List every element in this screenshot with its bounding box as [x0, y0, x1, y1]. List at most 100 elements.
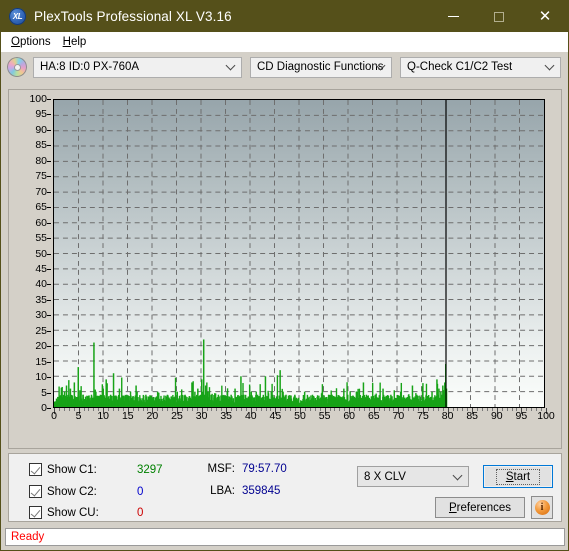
lba-row: LBA: 359845	[199, 485, 280, 497]
speed-select-value: 8 X CLV	[364, 470, 406, 483]
close-button[interactable]: ✕	[522, 1, 568, 32]
x-axis-tick-label: 70	[392, 410, 405, 422]
function-select-value: CD Diagnostic Functions	[257, 61, 384, 73]
y-axis-tick-mark	[47, 191, 51, 193]
minimize-button[interactable]	[430, 1, 476, 32]
test-select[interactable]: Q-Check C1/C2 Test	[400, 56, 561, 78]
controls-panel: Show C1: 3297 Show C2: 0 Show CU: 0 MSF:…	[8, 453, 562, 522]
x-axis-tick-label: 20	[146, 410, 159, 422]
x-axis-tick-label: 65	[367, 410, 380, 422]
info-button[interactable]: i	[531, 496, 553, 519]
plot-area-wrapper	[53, 99, 545, 408]
y-axis-tick-label: 50	[35, 247, 47, 260]
y-axis-labels: 0 5 10 15 20 25 30 35 40 45 50 55 60 65 70 75 80 85 90 95 10…	[9, 90, 51, 413]
plot-area	[53, 99, 545, 408]
y-axis-tick-mark	[47, 160, 51, 162]
y-axis-tick-mark	[47, 238, 51, 240]
y-axis-tick-mark	[47, 346, 51, 348]
y-axis-tick-mark	[47, 222, 51, 224]
y-axis-tick-label: 55	[35, 232, 47, 245]
chevron-down-icon	[544, 60, 555, 71]
x-axis-tick-label: 30	[195, 410, 208, 422]
cd-disc-icon	[7, 57, 27, 77]
y-axis-tick-label: 100	[29, 93, 47, 105]
menu-item-options[interactable]: Options	[7, 34, 59, 50]
x-axis-tick-label: 40	[244, 410, 257, 422]
show-c2-label: Show C2:	[47, 485, 97, 498]
application-window: XL PlexTools Professional XL V3.16 ✕ Opt…	[0, 0, 569, 551]
x-axis-tick-label: 80	[441, 410, 454, 422]
x-axis-tick-label: 75	[417, 410, 429, 422]
y-axis-tick-mark	[47, 176, 51, 178]
start-button[interactable]: Start	[483, 465, 553, 488]
y-axis-tick-label: 20	[35, 340, 47, 353]
function-select[interactable]: CD Diagnostic Functions	[250, 56, 392, 78]
menu-bar: Options Help	[1, 32, 568, 52]
y-axis-tick-mark	[47, 207, 51, 209]
chart-panel: 0 5 10 15 20 25 30 35 40 45 50 55 60 65 70 75 80 85 90 95 10…	[8, 89, 562, 449]
chevron-down-icon	[452, 470, 463, 480]
menu-item-help-label: elp	[70, 36, 87, 48]
show-c1-row[interactable]: Show C1: 3297	[29, 463, 163, 476]
y-axis-tick-mark	[47, 268, 51, 270]
show-cu-row[interactable]: Show CU: 0	[29, 506, 143, 519]
y-axis-tick-label: 60	[35, 216, 47, 229]
msf-value: 79:57.70	[242, 463, 287, 475]
y-axis-tick-mark	[47, 330, 51, 332]
x-axis-tick-label: 5	[75, 410, 82, 422]
y-axis-tick-label: 80	[35, 154, 47, 167]
x-axis-tick-label: 85	[466, 410, 479, 422]
y-axis-tick-label: 95	[35, 108, 47, 121]
lba-label: LBA:	[210, 485, 235, 497]
c1-error-series	[54, 100, 448, 407]
y-axis-tick-mark	[47, 114, 51, 116]
y-axis-tick-label: 70	[35, 185, 47, 198]
msf-label: MSF:	[207, 463, 235, 475]
show-cu-checkbox[interactable]	[29, 506, 42, 519]
y-axis-tick-mark	[47, 145, 51, 147]
y-axis-tick-mark	[47, 392, 51, 394]
info-icon: i	[534, 500, 550, 515]
show-c1-checkbox[interactable]	[29, 463, 42, 476]
x-axis-tick-label: 15	[121, 410, 134, 422]
cu-count-value: 0	[137, 506, 144, 519]
y-axis-tick-label: 40	[35, 278, 47, 291]
y-axis-tick-mark	[47, 253, 51, 255]
speed-select[interactable]: 8 X CLV	[357, 466, 469, 487]
x-axis-tick-label: 90	[490, 410, 503, 422]
preferences-button[interactable]: Preferences	[435, 497, 525, 518]
y-axis-tick-mark	[47, 99, 51, 100]
window-title: PlexTools Professional XL V3.16	[34, 9, 232, 24]
start-button-label: tart	[513, 470, 531, 483]
menu-item-help[interactable]: Help	[59, 34, 95, 50]
close-icon: ✕	[538, 8, 552, 25]
lba-value: 359845	[242, 485, 281, 497]
c2-count-value: 0	[137, 485, 144, 498]
show-c2-row[interactable]: Show C2: 0	[29, 485, 143, 498]
window-controls: ✕	[430, 1, 568, 32]
xl-logo-icon: XL	[9, 8, 26, 25]
msf-row: MSF: 79:57.70	[199, 463, 287, 475]
show-c2-checkbox[interactable]	[29, 485, 42, 498]
maximize-button[interactable]	[476, 1, 522, 32]
x-axis-tick-label: 95	[515, 410, 528, 422]
x-axis-tick-label: 0	[51, 410, 57, 422]
drive-select[interactable]: HA:8 ID:0 PX-760A	[33, 56, 242, 78]
y-axis-tick-mark	[47, 129, 51, 131]
y-axis-tick-mark	[47, 361, 51, 363]
y-axis-tick-label: 90	[35, 123, 47, 136]
y-axis-tick-label: 30	[35, 309, 47, 322]
y-axis-tick-label: 75	[35, 170, 47, 183]
selector-toolbar: HA:8 ID:0 PX-760A CD Diagnostic Function…	[1, 52, 568, 82]
y-axis-tick-label: 15	[35, 355, 47, 368]
c1-count-value: 3297	[137, 463, 163, 476]
drive-select-value: HA:8 ID:0 PX-760A	[40, 61, 140, 73]
x-axis-tick-label: 50	[294, 410, 306, 422]
x-axis-tick-label: 25	[171, 410, 183, 422]
x-axis-tick-label: 60	[343, 410, 356, 422]
y-axis-tick-label: 85	[35, 139, 47, 152]
title-bar: XL PlexTools Professional XL V3.16 ✕	[1, 1, 568, 32]
x-axis-labels: 0 5 10 15 20 25 30 35 40 45 50 55 60 65 70 75 80 85 90 95 10…	[51, 410, 555, 426]
y-axis-tick-label: 65	[35, 201, 47, 214]
y-axis-tick-mark	[47, 377, 51, 379]
